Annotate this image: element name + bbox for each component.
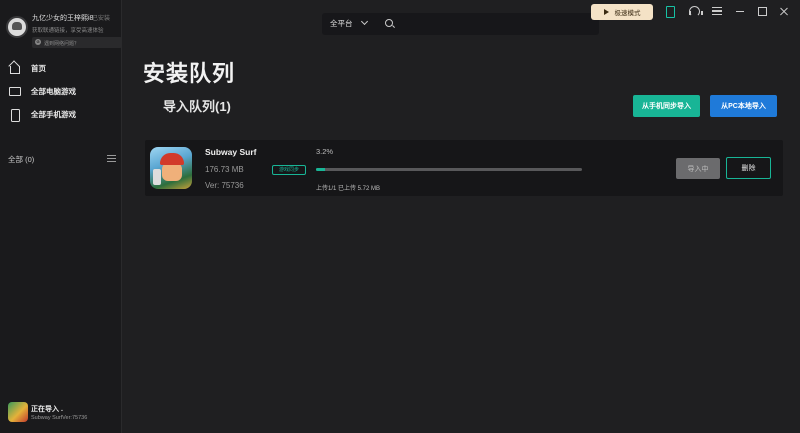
g-icon: G <box>35 39 41 45</box>
nav-item-mobile-games-label: 全部手机游戏 <box>31 109 76 119</box>
sidebar: 九亿少女的王梓熙i8 已安装 获取联通链接，享受高速体验 G 遇到网络问题？ 首… <box>0 0 122 433</box>
device-icon[interactable] <box>664 5 676 18</box>
minimize-icon[interactable] <box>734 5 746 17</box>
nav-item-pc-games[interactable]: 全部电脑游戏 <box>8 82 118 100</box>
list-view-icon[interactable] <box>107 155 116 162</box>
progress-fill <box>316 168 325 171</box>
import-from-pc-button[interactable]: 从PC本地导入 <box>710 95 777 117</box>
library-all[interactable]: 全部 (0) <box>8 154 118 165</box>
import-status-subtitle: Subway SurfVer:75736 <box>31 415 88 421</box>
network-notice-label: 遇到网络问题？ <box>44 41 80 47</box>
delete-button[interactable]: 删除 <box>726 157 771 179</box>
nav-item-home[interactable]: 首页 <box>8 59 118 77</box>
headset-icon[interactable] <box>688 5 703 17</box>
user-tag: 已安装 <box>92 16 111 22</box>
speed-mode-label: 极速模式 <box>614 10 641 17</box>
nav-item-pc-games-label: 全部电脑游戏 <box>31 86 76 96</box>
import-status[interactable]: 正在导入 . Subway SurfVer:75736 <box>8 402 120 424</box>
library-all-label: 全部 (0) <box>8 155 35 164</box>
upload-status: 上传1/1 已上传 5.72 MB <box>316 186 381 192</box>
nav-item-home-label: 首页 <box>31 63 46 73</box>
close-icon[interactable] <box>778 5 790 17</box>
importing-button[interactable]: 导入中 <box>676 158 720 179</box>
nav-item-mobile-games[interactable]: 全部手机游戏 <box>8 105 118 123</box>
user-subtitle: 获取联通链接，享受高速体验 <box>32 28 104 34</box>
username[interactable]: 九亿少女的王梓熙i8 <box>32 13 93 23</box>
progress-bar <box>316 168 582 171</box>
game-icon <box>150 147 192 189</box>
avatar[interactable] <box>6 16 28 38</box>
monitor-icon <box>8 85 21 97</box>
top-bar: 全平台 极速模式 <box>122 0 800 35</box>
astronaut-icon <box>12 22 22 30</box>
menu-icon[interactable] <box>711 5 723 17</box>
chevron-down-icon[interactable] <box>360 17 369 26</box>
phone-icon <box>8 108 20 122</box>
game-name: Subway Surf <box>205 147 257 157</box>
import-status-title: 正在导入 . <box>31 406 63 413</box>
sync-from-phone-button[interactable]: 从手机同步导入 <box>633 95 700 117</box>
page-title: 安装队列 <box>143 61 236 86</box>
speed-mode-button[interactable]: 极速模式 <box>591 4 653 20</box>
maximize-icon[interactable] <box>756 5 768 17</box>
queue-title: 导入队列(1) <box>163 99 231 114</box>
queue-item: Subway Surf 176.73 MB Ver: 75736 游戏同步 3.… <box>145 140 783 196</box>
home-icon <box>8 62 20 74</box>
search-icon[interactable] <box>385 19 393 27</box>
platform-select[interactable]: 全平台 <box>330 18 353 29</box>
progress-percent: 3.2% <box>316 147 334 156</box>
game-version: Ver: 75736 <box>205 181 244 190</box>
sync-badge: 游戏同步 <box>272 165 306 175</box>
network-notice[interactable]: G 遇到网络问题？ <box>32 37 122 48</box>
play-icon <box>603 9 609 15</box>
search-bar[interactable]: 全平台 <box>322 13 599 35</box>
game-thumbnail <box>8 402 28 422</box>
game-size: 176.73 MB <box>205 165 244 174</box>
